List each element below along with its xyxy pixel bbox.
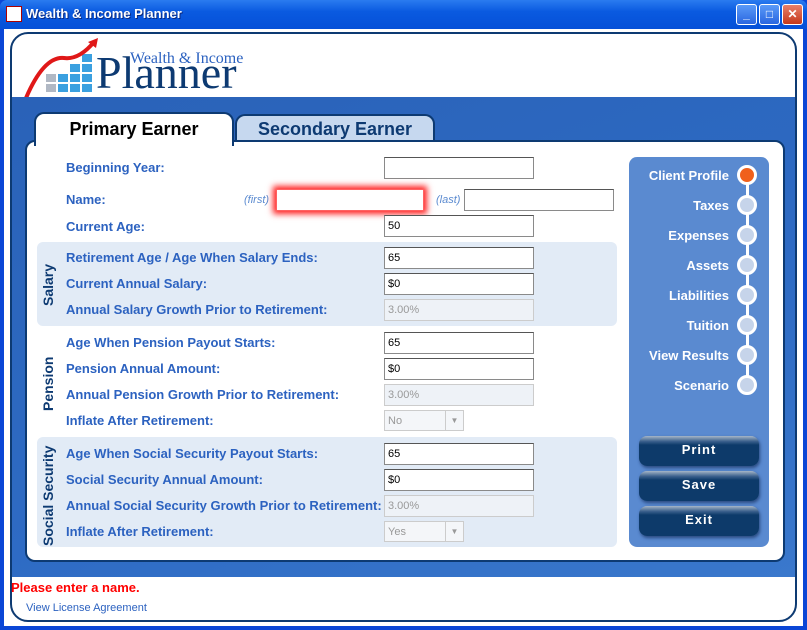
salary-growth-input: 3.00% bbox=[384, 299, 534, 321]
pension-group-label: Pension bbox=[40, 356, 56, 411]
last-name-hint: (last) bbox=[436, 194, 461, 206]
step-icon[interactable] bbox=[737, 375, 757, 395]
title-bar[interactable]: Wealth & Income Planner _ □ ✕ bbox=[0, 0, 807, 29]
pension-payout-age-input[interactable]: 65 bbox=[384, 332, 534, 354]
nav-client-profile[interactable]: Client Profile bbox=[649, 168, 729, 183]
step-icon[interactable] bbox=[737, 345, 757, 365]
license-agreement-link[interactable]: View License Agreement bbox=[26, 602, 147, 614]
nav-liabilities[interactable]: Liabilities bbox=[669, 288, 729, 303]
social-security-group-label: Social Security bbox=[40, 445, 56, 546]
maximize-button[interactable]: □ bbox=[759, 4, 780, 25]
exit-button[interactable]: Exit bbox=[639, 506, 759, 536]
step-icon[interactable] bbox=[737, 285, 757, 305]
nav-expenses[interactable]: Expenses bbox=[668, 228, 729, 243]
first-name-hint: (first) bbox=[244, 194, 270, 206]
ss-inflate-select: Yes ▼ bbox=[384, 521, 464, 542]
pension-amount-input[interactable]: $0 bbox=[384, 358, 534, 380]
navigation-panel: Client Profile Taxes Expenses Assets Lia… bbox=[629, 157, 769, 547]
beginning-year-label: Beginning Year: bbox=[66, 160, 165, 175]
ss-amount-input[interactable]: $0 bbox=[384, 469, 534, 491]
save-button[interactable]: Save bbox=[639, 471, 759, 501]
pension-inflate-value: No bbox=[388, 415, 403, 427]
close-button[interactable]: ✕ bbox=[782, 4, 803, 25]
pension-inflate-label: Inflate After Retirement: bbox=[66, 413, 214, 428]
step-icon[interactable] bbox=[737, 255, 757, 275]
tab-secondary-earner[interactable]: Secondary Earner bbox=[235, 114, 435, 142]
chevron-down-icon: ▼ bbox=[445, 411, 463, 430]
annual-salary-input[interactable]: $0 bbox=[384, 273, 534, 295]
step-icon[interactable] bbox=[737, 225, 757, 245]
nav-tuition[interactable]: Tuition bbox=[687, 318, 729, 333]
logo-chart-icon bbox=[24, 38, 98, 98]
current-age-input[interactable]: 50 bbox=[384, 215, 534, 237]
logo: Wealth & Income Planner bbox=[24, 36, 264, 98]
step-icon[interactable] bbox=[737, 195, 757, 215]
pension-payout-age-label: Age When Pension Payout Starts: bbox=[66, 335, 276, 350]
pension-amount-label: Pension Annual Amount: bbox=[66, 361, 221, 376]
annual-salary-label: Current Annual Salary: bbox=[66, 276, 208, 291]
pension-growth-input: 3.00% bbox=[384, 384, 534, 406]
pension-growth-label: Annual Pension Growth Prior to Retiremen… bbox=[66, 387, 340, 402]
ss-growth-input: 3.00% bbox=[384, 495, 534, 517]
tab-primary-earner[interactable]: Primary Earner bbox=[34, 112, 234, 146]
first-name-input[interactable] bbox=[276, 189, 424, 211]
ss-payout-age-input[interactable]: 65 bbox=[384, 443, 534, 465]
beginning-year-input[interactable] bbox=[384, 157, 534, 179]
ss-inflate-value: Yes bbox=[388, 526, 406, 538]
ss-payout-age-label: Age When Social Security Payout Starts: bbox=[66, 446, 319, 461]
chevron-down-icon: ▼ bbox=[445, 522, 463, 541]
nav-taxes[interactable]: Taxes bbox=[693, 198, 729, 213]
window-title: Wealth & Income Planner bbox=[26, 6, 182, 21]
ss-growth-label: Annual Social Security Growth Prior to R… bbox=[66, 498, 382, 513]
active-step-icon[interactable] bbox=[737, 165, 757, 185]
current-age-label: Current Age: bbox=[66, 219, 145, 234]
name-label: Name: bbox=[66, 192, 106, 207]
step-icon[interactable] bbox=[737, 315, 757, 335]
minimize-button[interactable]: _ bbox=[736, 4, 757, 25]
print-button[interactable]: Print bbox=[639, 436, 759, 466]
app-icon bbox=[6, 6, 22, 22]
ss-inflate-label: Inflate After Retirement: bbox=[66, 524, 214, 539]
pension-inflate-select: No ▼ bbox=[384, 410, 464, 431]
last-name-input[interactable] bbox=[464, 189, 614, 211]
retirement-age-label: Retirement Age / Age When Salary Ends: bbox=[66, 250, 318, 265]
logo-title: Planner bbox=[96, 47, 237, 98]
salary-growth-label: Annual Salary Growth Prior to Retirement… bbox=[66, 302, 328, 317]
nav-assets[interactable]: Assets bbox=[686, 258, 729, 273]
nav-scenario[interactable]: Scenario bbox=[674, 378, 729, 393]
salary-group-label: Salary bbox=[40, 263, 56, 306]
ss-amount-label: Social Security Annual Amount: bbox=[66, 472, 263, 487]
nav-view-results[interactable]: View Results bbox=[649, 348, 729, 363]
retirement-age-input[interactable]: 65 bbox=[384, 247, 534, 269]
status-message: Please enter a name. bbox=[11, 580, 140, 595]
